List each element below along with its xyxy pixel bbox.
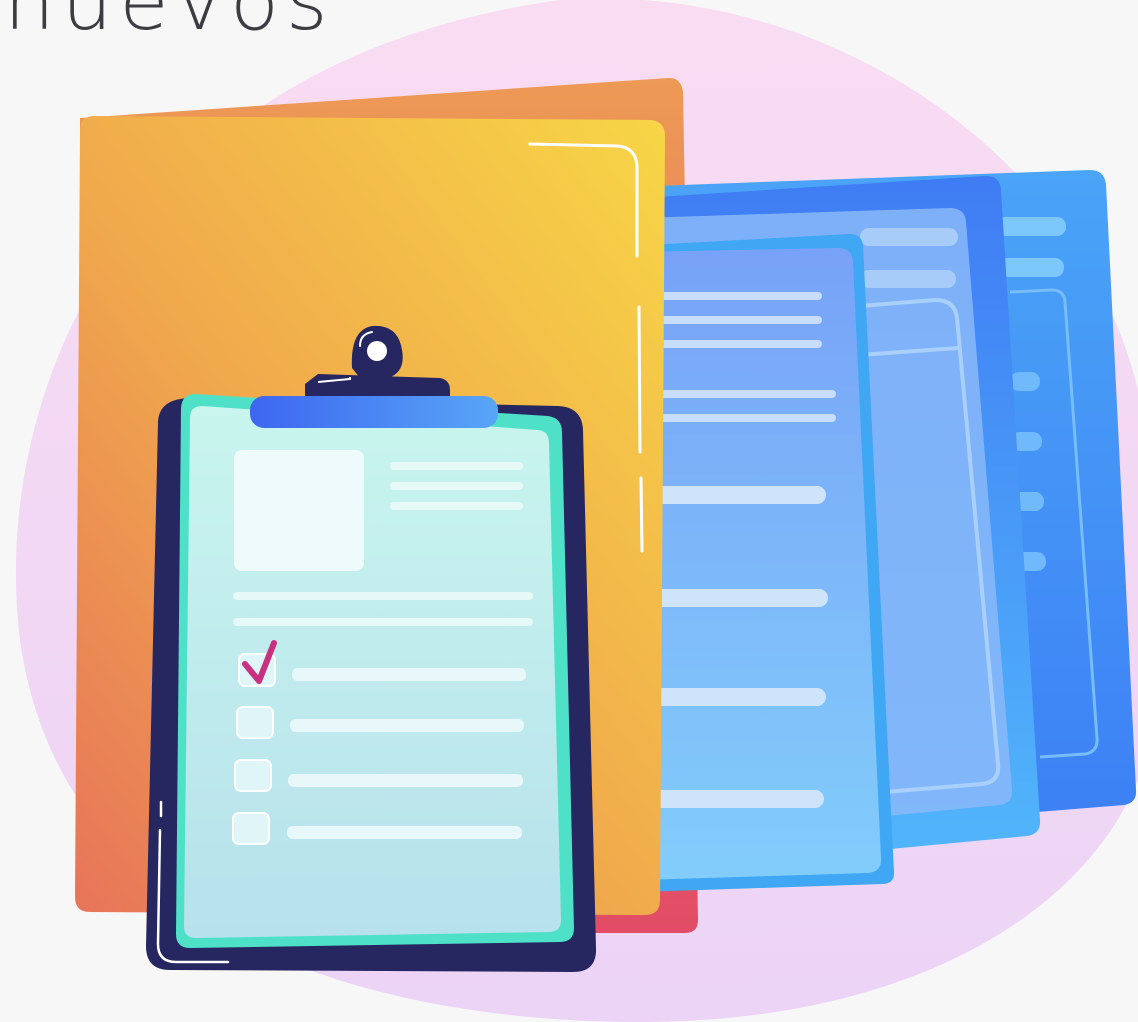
checkbox-icon xyxy=(232,812,270,845)
checkbox-icon xyxy=(236,706,274,739)
photo-placeholder xyxy=(234,450,364,571)
clipboard xyxy=(146,325,597,972)
documents-illustration xyxy=(15,0,1138,1022)
document-front xyxy=(630,234,895,892)
checkbox-icon xyxy=(234,759,272,792)
clip-bar xyxy=(250,396,498,428)
